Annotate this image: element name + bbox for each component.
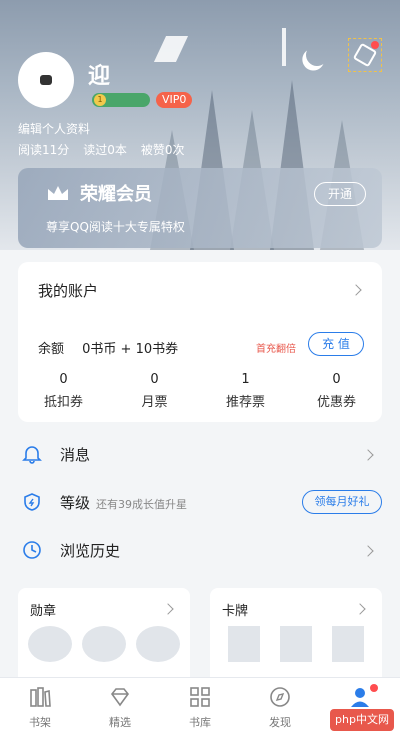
coupon-value: 1 (241, 372, 250, 387)
nav-featured[interactable]: 精选 (80, 678, 160, 737)
vip-membership-card[interactable]: 荣耀会员 尊享QQ阅读十大专属特权 开通 (18, 168, 382, 248)
balance-label: 余额 (38, 342, 65, 357)
cards-card[interactable]: 卡牌 (210, 588, 382, 688)
messages-row[interactable]: 消息 (0, 432, 400, 478)
medals-card[interactable]: 勋章 (18, 588, 190, 688)
level-badge-number: 1 (94, 94, 106, 106)
chevron-right-icon (350, 284, 362, 296)
profile-icon (351, 688, 369, 707)
chevron-right-icon (354, 603, 366, 615)
chevron-right-icon (162, 603, 174, 615)
first-charge-promo: 首充翻倍 (256, 344, 296, 355)
nav-library[interactable]: 书库 (160, 678, 240, 737)
medal-placeholder (82, 626, 126, 662)
nickname: 迎 (88, 64, 111, 89)
decor-shard (153, 36, 189, 62)
card-placeholder (228, 626, 260, 662)
my-account-link[interactable]: 我的账户 (38, 280, 98, 301)
account-card: 我的账户 余额 0书币 + 10书券 首充翻倍 充 值 0 抵扣券 0 月票 1… (18, 262, 382, 422)
nav-discover[interactable]: 发现 (240, 678, 320, 737)
stat-reading-score: 阅读11分 (18, 143, 70, 157)
nav-label: 发现 (269, 716, 291, 729)
stat-books-read: 读过0本 (83, 143, 127, 157)
recharge-button[interactable]: 充 值 (308, 332, 364, 356)
reading-stats: 阅读11分 读过0本 被赞0次 (18, 141, 185, 158)
coupon-value: 0 (332, 372, 341, 387)
coupon-label: 月票 (141, 395, 168, 410)
vip-title: 荣耀会员 (80, 184, 152, 205)
avatar-image (40, 75, 52, 85)
shield-icon (24, 493, 40, 511)
level-row[interactable]: 等级 还有39成长值升星 领每月好礼 (0, 480, 400, 526)
notification-dot (370, 684, 378, 692)
decor-shard (282, 28, 286, 66)
level-badge[interactable]: 1 (92, 93, 150, 107)
coupon-recommend-ticket[interactable]: 1 推荐票 (200, 372, 291, 410)
history-row[interactable]: 浏览历史 (0, 528, 400, 574)
coupon-value: 0 (150, 372, 159, 387)
medal-placeholder (136, 626, 180, 662)
diamond-icon (110, 688, 130, 707)
profile-header: 迎 1 VIP0 编辑个人资料 阅读11分 读过0本 被赞0次 荣耀会员 尊享Q… (0, 0, 400, 250)
avatar[interactable] (18, 52, 74, 108)
vip-badge[interactable]: VIP0 (156, 92, 193, 108)
coupon-value: 0 (59, 372, 68, 387)
open-vip-button[interactable]: 开通 (314, 182, 366, 206)
chevron-right-icon (362, 449, 374, 461)
coupon-summary: 0 抵扣券 0 月票 1 推荐票 0 优惠券 (18, 372, 382, 410)
card-placeholder (280, 626, 312, 662)
nav-bookshelf[interactable]: 书架 (0, 678, 80, 737)
balance: 余额 0书币 + 10书券 (38, 338, 192, 357)
coupon-label: 抵扣券 (43, 395, 83, 410)
coupon-label: 推荐票 (225, 395, 265, 410)
level-progress-text: 还有39成长值升星 (96, 498, 188, 511)
history-label: 浏览历史 (60, 542, 121, 560)
coupon-discount[interactable]: 0 优惠券 (291, 372, 382, 410)
coupon-monthly-ticket[interactable]: 0 月票 (109, 372, 200, 410)
vip-subtitle: 尊享QQ阅读十大专属特权 (46, 220, 185, 234)
settings-button[interactable] (348, 38, 382, 72)
grid-icon (190, 687, 210, 707)
compass-icon (270, 687, 290, 707)
monthly-gift-button[interactable]: 领每月好礼 (302, 490, 382, 514)
medal-placeholder (28, 626, 72, 662)
notification-dot (371, 41, 379, 49)
watermark-logo: php中文网 (330, 709, 394, 731)
balance-value: 0书币 + 10书券 (82, 342, 179, 357)
level-label: 等级 (60, 494, 91, 512)
card-placeholder (332, 626, 364, 662)
medals-title: 勋章 (30, 604, 57, 619)
clock-icon (23, 541, 41, 559)
messages-label: 消息 (60, 446, 91, 464)
cards-title: 卡牌 (222, 604, 249, 619)
nav-label: 精选 (109, 716, 131, 729)
bell-icon (22, 446, 42, 464)
stat-likes: 被赞0次 (140, 143, 185, 157)
coupon-label: 优惠券 (316, 395, 356, 410)
night-mode-icon[interactable] (303, 41, 331, 69)
nav-label: 书库 (189, 716, 211, 729)
chevron-right-icon (362, 545, 374, 557)
edit-profile-link[interactable]: 编辑个人资料 (18, 120, 90, 137)
nav-label: 书架 (29, 716, 51, 729)
bookshelf-icon (30, 687, 51, 707)
crown-icon (48, 186, 68, 200)
coupon-deduction[interactable]: 0 抵扣券 (18, 372, 109, 410)
